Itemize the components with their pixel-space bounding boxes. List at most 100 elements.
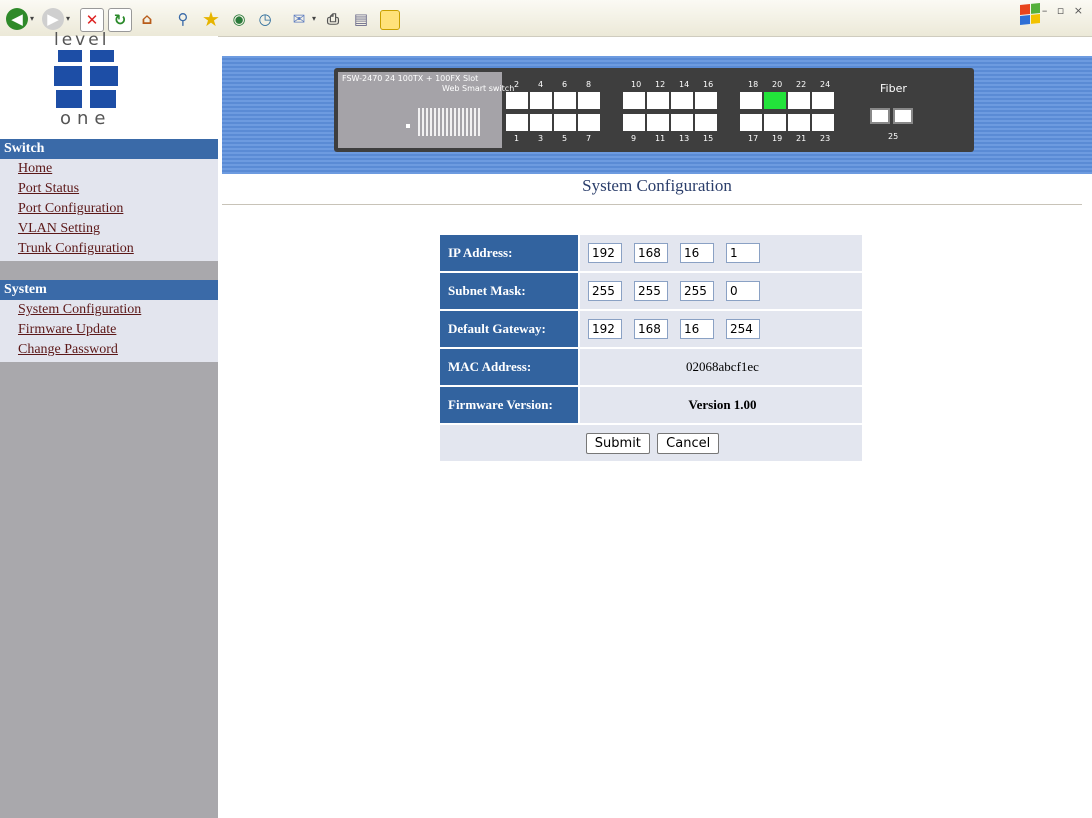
port-4[interactable]: [530, 92, 552, 109]
port-label: 7: [586, 134, 592, 143]
ip-address-row: IP Address:: [440, 235, 862, 271]
logo-grid-icon: [52, 50, 120, 114]
cancel-button[interactable]: Cancel: [657, 432, 720, 454]
header-banner: FSW-2470 24 100TX + 100FX Slot Web Smart…: [222, 56, 1092, 174]
port-label: 12: [655, 80, 666, 89]
home-icon[interactable]: ⌂: [136, 8, 158, 30]
mask-octet-4[interactable]: [726, 281, 760, 301]
mac-address-label: MAC Address:: [440, 349, 578, 385]
fiber-port-b[interactable]: [893, 108, 913, 124]
port-label: 23: [820, 134, 831, 143]
port-14[interactable]: [671, 92, 693, 109]
port-7[interactable]: [578, 114, 600, 131]
port-20[interactable]: [764, 92, 786, 109]
back-dropdown-icon[interactable]: ▾: [30, 14, 34, 23]
port-21[interactable]: [788, 114, 810, 131]
mac-address-value: 02068abcf1ec: [580, 349, 862, 385]
logo-top-text: level: [54, 30, 110, 50]
port-24[interactable]: [812, 92, 834, 109]
refresh-icon[interactable]: ↻: [108, 8, 132, 32]
sidebar: level one Switch Home Port Status Port C…: [0, 30, 218, 818]
stop-icon[interactable]: ✕: [80, 8, 104, 32]
mask-octet-2[interactable]: [634, 281, 668, 301]
port-16[interactable]: [695, 92, 717, 109]
title-divider: [222, 204, 1082, 205]
default-gateway-label: Default Gateway:: [440, 311, 578, 347]
sidebar-item-firmware-update[interactable]: Firmware Update: [18, 320, 218, 340]
port-11[interactable]: [647, 114, 669, 131]
port-22[interactable]: [788, 92, 810, 109]
history-icon[interactable]: ◷: [254, 8, 276, 30]
submit-button[interactable]: Submit: [585, 432, 650, 454]
gateway-octet-3[interactable]: [680, 319, 714, 339]
port-1[interactable]: [506, 114, 528, 131]
port-label: 15: [703, 134, 714, 143]
fiber-port-a[interactable]: [870, 108, 890, 124]
sidebar-item-port-status[interactable]: Port Status: [18, 179, 218, 199]
print-icon[interactable]: ⎙: [322, 8, 344, 30]
port-6[interactable]: [554, 92, 576, 109]
sidebar-item-change-password[interactable]: Change Password: [18, 340, 218, 360]
port-3[interactable]: [530, 114, 552, 131]
gateway-octet-1[interactable]: [588, 319, 622, 339]
gateway-octet-2[interactable]: [634, 319, 668, 339]
back-icon[interactable]: ◀: [6, 8, 28, 30]
sidebar-item-port-configuration[interactable]: Port Configuration: [18, 199, 218, 219]
mask-octet-1[interactable]: [588, 281, 622, 301]
port-23[interactable]: [812, 114, 834, 131]
port-8[interactable]: [578, 92, 600, 109]
system-config-form: IP Address: Subnet Mask: Default Gateway…: [438, 233, 864, 463]
notes-icon[interactable]: [380, 10, 400, 30]
firmware-version-row: Firmware Version: Version 1.00: [440, 387, 862, 423]
port-label: 8: [586, 80, 592, 89]
mail-icon[interactable]: ✉: [288, 8, 310, 30]
port-12[interactable]: [647, 92, 669, 109]
browser-toolbar: ◀ ▾ ▶ ▾ ✕ ↻ ⌂ ⚲ ★ ◉ ◷ ✉ ▾ ⎙ ▤ – ▫ ×: [0, 0, 1092, 37]
port-label: 1: [514, 134, 520, 143]
favorites-icon[interactable]: ★: [200, 7, 222, 31]
switch-vent: [418, 108, 480, 136]
subnet-mask-row: Subnet Mask:: [440, 273, 862, 309]
ip-octet-1[interactable]: [588, 243, 622, 263]
port-label: 13: [679, 134, 690, 143]
port-label: 9: [631, 134, 637, 143]
switch-subtitle: Web Smart switch: [442, 84, 515, 93]
port-9[interactable]: [623, 114, 645, 131]
ip-octet-3[interactable]: [680, 243, 714, 263]
port-2[interactable]: [506, 92, 528, 109]
switch-section-header: Switch: [0, 139, 218, 159]
logo-bottom-text: one: [60, 108, 112, 129]
ip-octet-2[interactable]: [634, 243, 668, 263]
media-icon[interactable]: ◉: [228, 8, 250, 30]
window-controls[interactable]: – ▫ ×: [1042, 4, 1086, 17]
edit-icon[interactable]: ▤: [350, 8, 372, 30]
sidebar-item-home[interactable]: Home: [18, 159, 218, 179]
port-label: 22: [796, 80, 807, 89]
firmware-version-value: Version 1.00: [580, 387, 862, 423]
sidebar-item-system-configuration[interactable]: System Configuration: [18, 300, 218, 320]
port-17[interactable]: [740, 114, 762, 131]
port-label: 19: [772, 134, 783, 143]
switch-menu: Home Port Status Port Configuration VLAN…: [0, 159, 218, 261]
port-5[interactable]: [554, 114, 576, 131]
mail-dropdown-icon[interactable]: ▾: [312, 14, 316, 23]
ip-octet-4[interactable]: [726, 243, 760, 263]
port-19[interactable]: [764, 114, 786, 131]
sidebar-item-vlan-setting[interactable]: VLAN Setting: [18, 219, 218, 239]
mask-octet-3[interactable]: [680, 281, 714, 301]
port-10[interactable]: [623, 92, 645, 109]
gateway-octet-4[interactable]: [726, 319, 760, 339]
forward-icon[interactable]: ▶: [42, 8, 64, 30]
port-15[interactable]: [695, 114, 717, 131]
port-label: 6: [562, 80, 568, 89]
sidebar-item-trunk-configuration[interactable]: Trunk Configuration: [18, 239, 218, 259]
system-section-header: System: [0, 280, 218, 300]
port-label: 20: [772, 80, 783, 89]
forward-dropdown-icon[interactable]: ▾: [66, 14, 70, 23]
port-label: 11: [655, 134, 666, 143]
power-led: [406, 124, 410, 128]
port-18[interactable]: [740, 92, 762, 109]
search-icon[interactable]: ⚲: [172, 8, 194, 30]
port-label: 21: [796, 134, 807, 143]
port-13[interactable]: [671, 114, 693, 131]
